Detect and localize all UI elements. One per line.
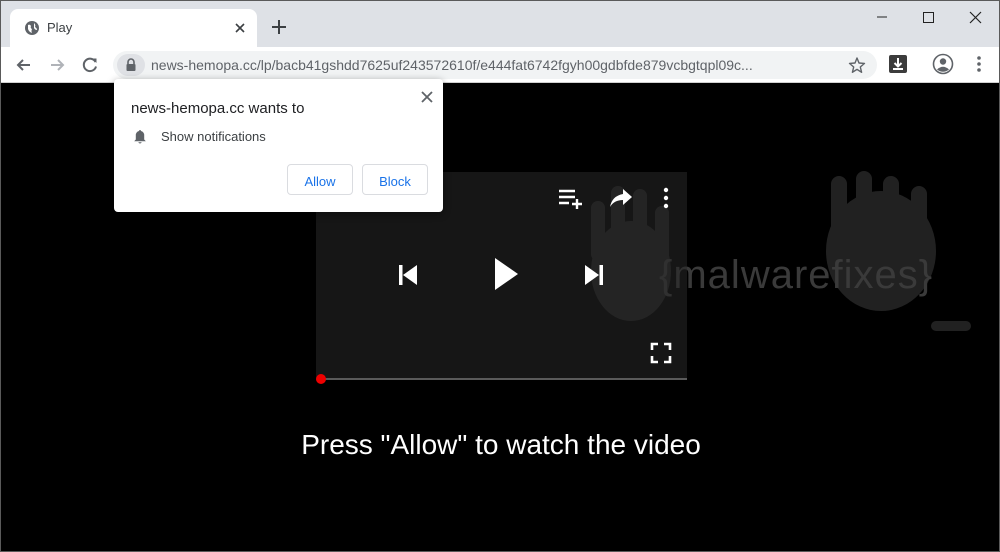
browser-toolbar: news-hemopa.cc/lp/bacb41gshdd7625uf24357… — [1, 47, 999, 83]
extension-download-icon[interactable] — [887, 53, 909, 75]
permission-description: Show notifications — [161, 129, 266, 144]
add-to-queue-icon[interactable] — [557, 187, 585, 211]
allow-button[interactable]: Allow — [287, 164, 353, 195]
minimize-icon[interactable] — [859, 7, 905, 29]
reload-icon[interactable] — [80, 55, 100, 75]
next-track-icon[interactable] — [583, 263, 605, 287]
url-text: news-hemopa.cc/lp/bacb41gshdd7625uf24357… — [151, 57, 753, 73]
tab-strip: Play — [1, 1, 999, 47]
back-arrow-icon[interactable] — [14, 55, 34, 75]
popup-close-icon[interactable] — [419, 89, 435, 105]
globe-icon — [25, 21, 39, 35]
tab-play[interactable]: Play — [10, 9, 257, 47]
address-bar[interactable]: news-hemopa.cc/lp/bacb41gshdd7625uf24357… — [113, 51, 877, 79]
watermark-text: {malwarefixes} — [659, 253, 934, 297]
play-icon[interactable] — [491, 255, 521, 293]
progress-scrubber[interactable] — [316, 374, 326, 384]
lock-icon — [126, 58, 136, 71]
previous-track-icon[interactable] — [397, 263, 419, 287]
profile-avatar-icon[interactable] — [932, 53, 954, 75]
video-progress-bar[interactable] — [318, 378, 687, 380]
site-info-chip[interactable] — [117, 54, 145, 76]
forward-arrow-icon[interactable] — [47, 55, 67, 75]
close-icon[interactable] — [232, 20, 248, 36]
share-icon[interactable] — [608, 187, 634, 209]
popup-title: news-hemopa.cc wants to — [131, 100, 305, 117]
more-options-icon[interactable] — [659, 186, 673, 210]
allow-prompt-text: Press "Allow" to watch the video — [301, 429, 701, 460]
tab-title: Play — [47, 20, 73, 35]
maximize-icon[interactable] — [905, 7, 951, 29]
bell-icon — [134, 130, 146, 144]
notification-permission-popup: news-hemopa.cc wants to Show notificatio… — [114, 79, 443, 212]
kebab-menu-icon[interactable] — [968, 53, 990, 75]
new-tab-icon[interactable] — [269, 17, 289, 37]
fullscreen-icon[interactable] — [649, 341, 673, 365]
bookmark-star-icon[interactable] — [848, 56, 866, 74]
window-close-icon[interactable] — [952, 7, 998, 29]
block-button[interactable]: Block — [362, 164, 428, 195]
browser-window: Play news-hemopa.cc/lp/bacb41gshdd7625uf… — [0, 0, 1000, 552]
